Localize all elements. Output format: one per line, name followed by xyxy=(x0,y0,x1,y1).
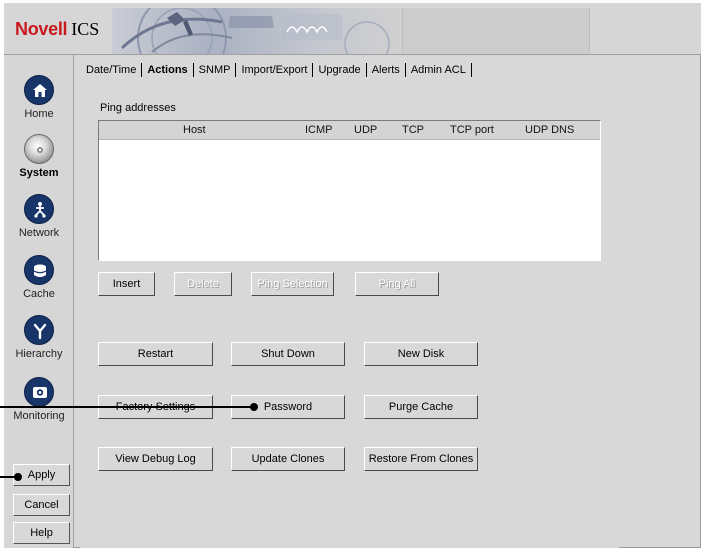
column-header-tcp-port[interactable]: TCP port xyxy=(450,124,494,136)
new-disk-button[interactable]: New Disk xyxy=(364,342,478,366)
insert-button[interactable]: Insert xyxy=(98,272,155,296)
apply-callout-dot xyxy=(14,473,22,481)
header-fill-panel xyxy=(402,8,590,54)
tab-alerts[interactable]: Alerts xyxy=(367,63,406,77)
sidebar-item-label: Monitoring xyxy=(13,410,65,422)
product-logo: Novell ICS xyxy=(15,19,99,43)
column-header-icmp[interactable]: ICMP xyxy=(305,124,333,136)
tab-snmp[interactable]: SNMP xyxy=(194,63,237,77)
ping-selection-button[interactable]: Ping Selection xyxy=(251,272,334,296)
banner-artwork xyxy=(112,8,402,54)
restore-from-clones-button[interactable]: Restore From Clones xyxy=(364,447,478,471)
column-header-udp[interactable]: UDP xyxy=(354,124,377,136)
tab-import-export[interactable]: Import/Export xyxy=(236,63,314,77)
sidebar-item-label: System xyxy=(19,167,59,179)
sidebar-item-monitoring[interactable]: Monitoring xyxy=(4,377,74,422)
delete-button[interactable]: Delete xyxy=(174,272,232,296)
purge-cache-button[interactable]: Purge Cache xyxy=(364,395,478,419)
password-callout-line xyxy=(0,406,254,408)
tab-upgrade[interactable]: Upgrade xyxy=(313,63,367,77)
cancel-button[interactable]: Cancel xyxy=(13,494,70,516)
shut-down-button[interactable]: Shut Down xyxy=(231,342,345,366)
sidebar-item-label: Home xyxy=(24,108,54,120)
ping-addresses-table[interactable]: Host ICMP UDP TCP TCP port UDP DNS xyxy=(98,120,601,261)
sidebar-item-label: Hierarchy xyxy=(15,348,63,360)
help-button[interactable]: Help xyxy=(13,522,70,544)
home-icon xyxy=(24,75,54,105)
tab-actions[interactable]: Actions xyxy=(142,63,194,77)
sidebar-item-cache[interactable]: Cache xyxy=(4,255,74,300)
system-disc-icon xyxy=(24,134,54,164)
network-icon xyxy=(24,194,54,224)
ping-addresses-title: Ping addresses xyxy=(100,102,176,114)
sidebar-item-system[interactable]: System xyxy=(4,134,74,179)
sidebar-item-label: Network xyxy=(18,227,60,239)
column-header-host[interactable]: Host xyxy=(183,124,206,136)
view-debug-log-button[interactable]: View Debug Log xyxy=(98,447,213,471)
restart-button[interactable]: Restart xyxy=(98,342,213,366)
cache-disk-icon xyxy=(24,255,54,285)
sidebar-item-home[interactable]: Home xyxy=(4,75,74,120)
tab-admin-acl[interactable]: Admin ACL xyxy=(406,63,472,77)
tab-bar: Date/Time Actions SNMP Import/Export Upg… xyxy=(81,61,472,79)
sidebar-item-hierarchy[interactable]: Hierarchy xyxy=(4,315,74,360)
sidebar-item-label: Cache xyxy=(23,288,55,300)
update-clones-button[interactable]: Update Clones xyxy=(231,447,345,471)
brand-name: Novell xyxy=(15,19,68,39)
monitoring-icon xyxy=(24,377,54,407)
header-banner: Novell ICS xyxy=(4,3,701,55)
product-name: ICS xyxy=(71,19,100,39)
hierarchy-icon xyxy=(24,315,54,345)
tab-date-time[interactable]: Date/Time xyxy=(81,63,143,77)
ping-all-button[interactable]: Ping All xyxy=(355,272,439,296)
column-header-tcp[interactable]: TCP xyxy=(402,124,424,136)
column-header-udp-dns[interactable]: UDP DNS xyxy=(525,124,574,136)
table-header: Host ICMP UDP TCP TCP port UDP DNS xyxy=(99,121,600,140)
sidebar-item-network[interactable]: Network xyxy=(4,194,74,239)
password-callout-dot xyxy=(250,403,258,411)
